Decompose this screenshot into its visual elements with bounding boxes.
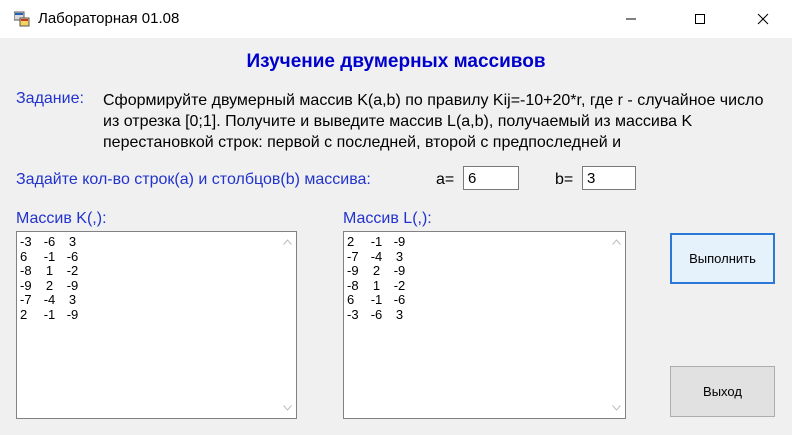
- exit-button[interactable]: Выход: [670, 366, 775, 417]
- cell-value: -1: [370, 292, 383, 307]
- cell-value: -6: [370, 306, 383, 322]
- size-label: Задайте кол-во строк(a) и столбцов(b) ма…: [16, 171, 371, 188]
- scroll-up-icon[interactable]: [612, 239, 621, 245]
- array-k-rows: -3 -6 3 6 -1 -6 -8 1 -2 -9 2 -9 -7 -4 3 2 -1 -9: [20, 234, 84, 323]
- cell-value: 1: [372, 277, 381, 293]
- cell-value: 2: [347, 234, 355, 249]
- list-item[interactable]: 2 -1 -9: [347, 234, 411, 250]
- a-label: a=: [436, 171, 455, 188]
- cell-value: 6: [347, 292, 355, 307]
- scroll-down-icon[interactable]: [612, 405, 621, 411]
- cell-value: 3: [68, 234, 77, 249]
- cell-value: -6: [66, 248, 79, 264]
- cell-value: -8: [347, 277, 359, 293]
- rows-input[interactable]: [463, 166, 519, 190]
- array-k-label: Массив K(,):: [16, 210, 107, 227]
- columns-input[interactable]: [582, 166, 636, 190]
- minimize-button[interactable]: [608, 0, 654, 38]
- array-k-scrollbar[interactable]: [279, 232, 296, 418]
- cell-value: -1: [43, 248, 56, 264]
- list-item[interactable]: 6 -1 -6: [20, 248, 84, 265]
- run-button[interactable]: Выполнить: [670, 233, 775, 284]
- cell-value: 2: [20, 306, 28, 322]
- cell-value: -2: [66, 263, 79, 278]
- cell-value: -9: [66, 277, 79, 293]
- app-icon: [14, 11, 30, 27]
- cell-value: 3: [395, 306, 404, 322]
- cell-value: -1: [370, 234, 383, 249]
- cell-value: 2: [372, 263, 381, 278]
- cell-value: -7: [20, 292, 32, 307]
- list-item[interactable]: -9 2 -9: [20, 277, 84, 294]
- title-bar: Лабораторная 01.08: [0, 0, 792, 38]
- cell-value: -2: [393, 277, 406, 293]
- cell-value: 6: [20, 248, 28, 264]
- list-item[interactable]: -9 2 -9: [347, 263, 411, 279]
- list-item[interactable]: -8 1 -2: [347, 277, 411, 294]
- close-icon: [757, 13, 769, 25]
- cell-value: -7: [347, 248, 359, 264]
- cell-value: -3: [20, 234, 32, 249]
- list-item[interactable]: -7 -4 3: [347, 248, 411, 265]
- cell-value: -4: [43, 292, 56, 307]
- list-item[interactable]: 6 -1 -6: [347, 292, 411, 308]
- array-l-label: Массив L(,):: [343, 210, 432, 227]
- cell-value: 1: [45, 263, 54, 278]
- array-k-listbox[interactable]: -3 -6 3 6 -1 -6 -8 1 -2 -9 2 -9 -7 -4 3 2 -1 -9: [16, 231, 297, 419]
- cell-value: -9: [393, 263, 406, 278]
- scroll-down-icon[interactable]: [283, 405, 292, 411]
- page-heading: Изучение двумерных массивов: [246, 51, 546, 72]
- task-text: Сформируйте двумерный массив K(a,b) по п…: [103, 92, 764, 151]
- list-item[interactable]: -7 -4 3: [20, 292, 84, 308]
- cell-value: -1: [43, 306, 56, 322]
- cell-value: -3: [347, 306, 359, 322]
- b-label: b=: [555, 171, 574, 188]
- array-l-scrollbar[interactable]: [608, 232, 625, 418]
- cell-value: 3: [68, 292, 77, 307]
- list-item[interactable]: -3 -6 3: [347, 306, 411, 323]
- close-button[interactable]: [740, 0, 786, 38]
- cell-value: -9: [347, 263, 359, 278]
- list-item[interactable]: 2 -1 -9: [20, 306, 84, 323]
- minimize-icon: [626, 18, 636, 20]
- cell-value: -9: [20, 277, 32, 293]
- array-l-listbox[interactable]: 2 -1 -9 -7 -4 3 -9 2 -9 -8 1 -2 6 -1 -6 -3 -6 3: [343, 231, 626, 419]
- maximize-icon: [695, 14, 705, 24]
- window-title: Лабораторная 01.08: [38, 10, 180, 27]
- cell-value: -6: [393, 292, 406, 307]
- cell-value: -6: [43, 234, 56, 249]
- cell-value: -4: [370, 248, 383, 264]
- cell-value: 3: [395, 248, 404, 264]
- scroll-up-icon[interactable]: [283, 239, 292, 245]
- cell-value: -9: [66, 306, 79, 322]
- list-item[interactable]: -8 1 -2: [20, 263, 84, 279]
- array-l-rows: 2 -1 -9 -7 -4 3 -9 2 -9 -8 1 -2 6 -1 -6 -3 -6 3: [347, 234, 411, 323]
- list-item[interactable]: -3 -6 3: [20, 234, 84, 250]
- cell-value: -9: [393, 234, 406, 249]
- cell-value: 2: [45, 277, 54, 293]
- maximize-button[interactable]: [677, 0, 723, 38]
- cell-value: -8: [20, 263, 32, 278]
- task-label: Задание:: [16, 90, 84, 107]
